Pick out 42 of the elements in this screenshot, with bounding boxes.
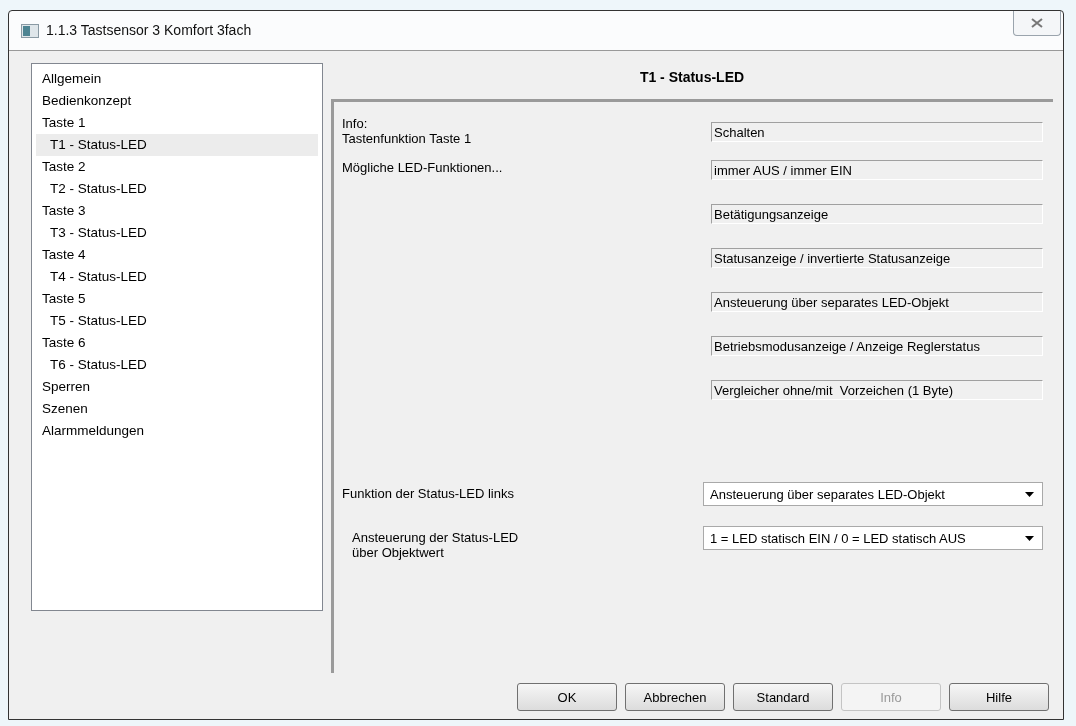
window-title: 1.1.3 Tastsensor 3 Komfort 3fach [46,22,252,38]
tree-item[interactable]: T3 - Status-LED [36,222,318,244]
caret-icon [1025,491,1034,497]
tree-item[interactable]: Taste 1 [36,112,318,134]
field-label: Tastenfunktion Taste 1 [342,131,472,146]
close-icon [1031,18,1043,28]
readonly-field: Schalten [711,122,1043,142]
tree-item[interactable]: T2 - Status-LED [36,178,318,200]
tree-item[interactable]: Szenen [36,398,318,420]
readonly-field: Statusanzeige / invertierte Statusanzeige [711,248,1043,268]
tree-item[interactable]: T1 - Status-LED [36,134,318,156]
field-label: Funktion der Status-LED links [342,485,514,501]
info-label: Info: [342,116,369,131]
tree-item[interactable]: Taste 3 [36,200,318,222]
tree-item[interactable]: Allgemein [36,68,318,90]
tree-item[interactable]: Alarmmeldungen [36,420,318,442]
field-label: Mögliche LED-Funktionen... [342,160,503,175]
window-icon [21,24,39,38]
tree-item[interactable]: T5 - Status-LED [36,310,318,332]
tree-item[interactable]: T4 - Status-LED [36,266,318,288]
tree-item[interactable]: Taste 6 [36,332,318,354]
readonly-field: Vergleicher ohne/mit Vorzeichen (1 Byte) [711,380,1043,400]
tree-item[interactable]: Taste 2 [36,156,318,178]
readonly-field: Betätigungsanzeige [711,204,1043,224]
tree-item[interactable]: Taste 4 [36,244,318,266]
dialog-button[interactable]: Hilfe [949,683,1049,711]
page-title: T1 - Status-LED [638,68,746,87]
tree-item[interactable]: Sperren [36,376,318,398]
field-label: Ansteuerung der Status-LED über Objektwert [351,529,519,560]
readonly-field: Ansteuerung über separates LED-Objekt [711,292,1043,312]
dropdown[interactable]: 1 = LED statisch EIN / 0 = LED statisch AUS [703,526,1043,550]
caret-icon [1025,535,1034,541]
tree-item[interactable]: Taste 5 [36,288,318,310]
readonly-field: Betriebsmodusanzeige / Anzeige Reglerstatus [711,336,1043,356]
dropdown[interactable]: Ansteuerung über separates LED-Objekt [703,482,1043,506]
dialog-button[interactable]: Abbrechen [625,683,725,711]
readonly-field: immer AUS / immer EIN [711,160,1043,180]
dialog-button[interactable]: Standard [733,683,833,711]
dialog-button[interactable]: OK [517,683,617,711]
tree-item[interactable]: T6 - Status-LED [36,354,318,376]
close-button[interactable] [1013,11,1061,36]
tree-item[interactable]: Bedienkonzept [36,90,318,112]
